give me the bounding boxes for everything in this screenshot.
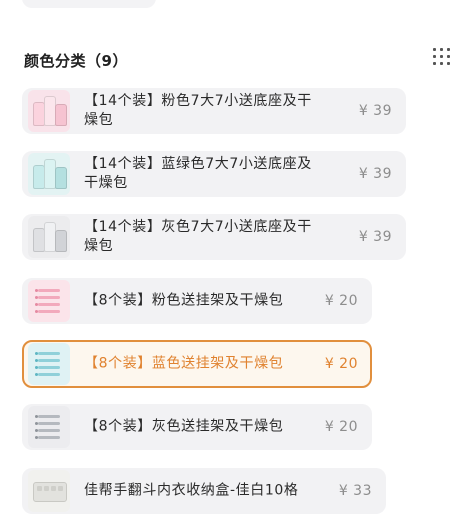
variant-thumbnail <box>28 406 70 448</box>
variant-option-gray-8[interactable]: 【8个装】灰色送挂架及干燥包 ¥ 20 <box>22 404 372 450</box>
previous-section-stub <box>22 0 156 8</box>
variant-price: ¥ 39 <box>358 229 392 245</box>
variant-option-pink-8[interactable]: 【8个装】粉色送挂架及干燥包 ¥ 20 <box>22 278 372 324</box>
variant-label: 【14个装】蓝绿色7大7小送底座及 干燥包 <box>84 156 312 191</box>
section-title: 颜色分类（9） <box>24 52 128 70</box>
variant-thumbnail <box>28 90 70 132</box>
variant-label: 【14个装】灰色7大7小送底座及干 燥包 <box>84 219 312 254</box>
variant-label: 【8个装】粉色送挂架及干燥包 <box>84 292 284 309</box>
grid-view-icon[interactable] <box>431 46 453 68</box>
variant-price: ¥ 20 <box>324 293 358 309</box>
variant-thumbnail <box>28 216 70 258</box>
variant-label: 【8个装】蓝色送挂架及干燥包 <box>84 355 284 372</box>
variant-label: 【8个装】灰色送挂架及干燥包 <box>84 418 284 435</box>
variant-option-storage-box[interactable]: 佳帮手翻斗内衣收纳盒-佳白10格 ¥ 33 <box>22 468 386 514</box>
variant-option-gray-14[interactable]: 【14个装】灰色7大7小送底座及干 燥包 ¥ 39 <box>22 214 406 260</box>
variant-option-blue-8[interactable]: 【8个装】蓝色送挂架及干燥包 ¥ 20 <box>22 340 372 388</box>
variant-thumbnail <box>28 153 70 195</box>
variant-price: ¥ 39 <box>358 166 392 182</box>
variant-price: ¥ 20 <box>324 419 358 435</box>
variant-price: ¥ 33 <box>338 483 372 499</box>
variant-option-teal-14[interactable]: 【14个装】蓝绿色7大7小送底座及 干燥包 ¥ 39 <box>22 151 406 197</box>
variant-thumbnail <box>28 470 70 512</box>
variant-thumbnail <box>28 343 70 385</box>
variant-price: ¥ 39 <box>358 103 392 119</box>
variant-option-pink-14[interactable]: 【14个装】粉色7大7小送底座及干 燥包 ¥ 39 <box>22 88 406 134</box>
color-variant-panel: 颜色分类（9） 【14个装】粉色7大7小送底座及干 燥包 ¥ 39 【14个装】… <box>0 0 472 520</box>
variant-thumbnail <box>28 280 70 322</box>
variant-label: 【14个装】粉色7大7小送底座及干 燥包 <box>84 93 312 128</box>
variant-price: ¥ 20 <box>324 356 358 372</box>
variant-label: 佳帮手翻斗内衣收纳盒-佳白10格 <box>84 482 299 499</box>
